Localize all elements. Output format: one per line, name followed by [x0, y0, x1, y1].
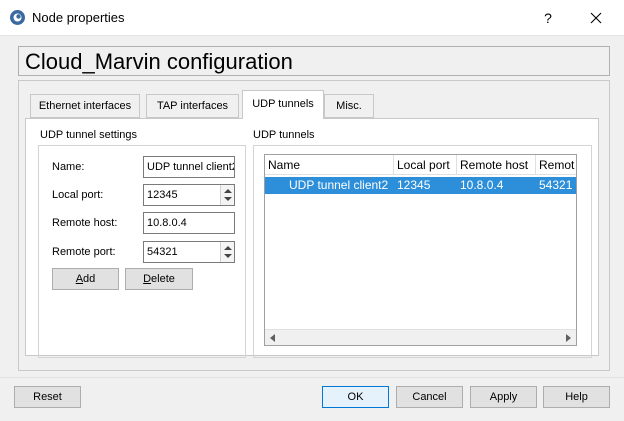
tab-udp-tunnels[interactable]: UDP tunnels: [242, 90, 324, 119]
column-header-remote-host[interactable]: Remote host: [457, 155, 536, 175]
reset-button[interactable]: Reset: [14, 386, 81, 408]
local-port-value: 12345: [147, 189, 178, 201]
scroll-left-icon[interactable]: [270, 334, 275, 342]
local-port-label: Local port:: [52, 189, 104, 201]
udp-tunnel-settings-label: UDP tunnel settings: [40, 129, 138, 141]
add-button-label: dd: [83, 273, 96, 285]
row-remote-host: 10.8.0.4: [460, 178, 504, 192]
scroll-right-icon[interactable]: [566, 334, 571, 342]
row-local-port: 12345: [397, 178, 431, 192]
list-header: Name Local port Remote host Remot: [265, 155, 576, 175]
close-icon: [590, 12, 602, 24]
apply-button[interactable]: Apply: [470, 386, 537, 408]
list-item[interactable]: UDP tunnel client2 12345 10.8.0.4 54321: [265, 177, 576, 194]
remote-port-label: Remote port:: [52, 246, 116, 258]
name-label: Name:: [52, 161, 85, 173]
delete-button[interactable]: Delete: [125, 268, 193, 290]
ok-button[interactable]: OK: [322, 386, 389, 408]
help-button[interactable]: Help: [543, 386, 610, 408]
horizontal-scrollbar[interactable]: [265, 329, 576, 345]
add-button[interactable]: Add: [52, 268, 119, 290]
help-title-button[interactable]: ?: [535, 6, 561, 30]
tab-tap-interfaces[interactable]: TAP interfaces: [146, 94, 239, 118]
udp-tunnels-list[interactable]: Name Local port Remote host Remot UDP tu…: [264, 154, 577, 346]
remote-port-value: 54321: [147, 246, 178, 258]
gns3-app-icon: [10, 10, 25, 25]
udp-tunnels-label: UDP tunnels: [253, 129, 315, 141]
spin-down-icon: [224, 254, 232, 258]
row-remote-port: 54321: [539, 178, 573, 192]
local-port-spin-arrows[interactable]: [220, 185, 234, 205]
column-header-name[interactable]: Name: [265, 155, 394, 175]
row-name: UDP tunnel client2: [289, 178, 389, 192]
tab-ethernet-interfaces[interactable]: Ethernet interfaces: [30, 94, 140, 118]
delete-button-label: elete: [151, 273, 175, 285]
local-port-spinbox[interactable]: 12345: [143, 184, 235, 206]
configuration-title: Cloud_Marvin configuration: [25, 49, 293, 74]
column-header-remote-port[interactable]: Remot: [536, 155, 576, 175]
close-button[interactable]: [581, 6, 611, 30]
remote-port-spin-arrows[interactable]: [220, 242, 234, 262]
add-button-mnemonic: A: [75, 273, 84, 285]
spin-down-icon: [224, 197, 232, 201]
name-input[interactable]: UDP tunnel client2: [143, 156, 235, 178]
tab-misc[interactable]: Misc.: [324, 94, 374, 118]
column-header-local-port[interactable]: Local port: [394, 155, 457, 175]
configuration-header: Cloud_Marvin configuration: [18, 46, 610, 76]
footer-divider: [0, 377, 624, 378]
title-bar: Node properties ?: [0, 0, 624, 36]
remote-host-input[interactable]: 10.8.0.4: [143, 212, 235, 234]
remote-host-label: Remote host:: [52, 217, 118, 229]
remote-port-spinbox[interactable]: 54321: [143, 241, 235, 263]
window-title: Node properties: [32, 10, 125, 25]
cancel-button[interactable]: Cancel: [396, 386, 463, 408]
spin-up-icon: [224, 246, 232, 250]
spin-up-icon: [224, 189, 232, 193]
delete-button-mnemonic: D: [143, 273, 152, 285]
